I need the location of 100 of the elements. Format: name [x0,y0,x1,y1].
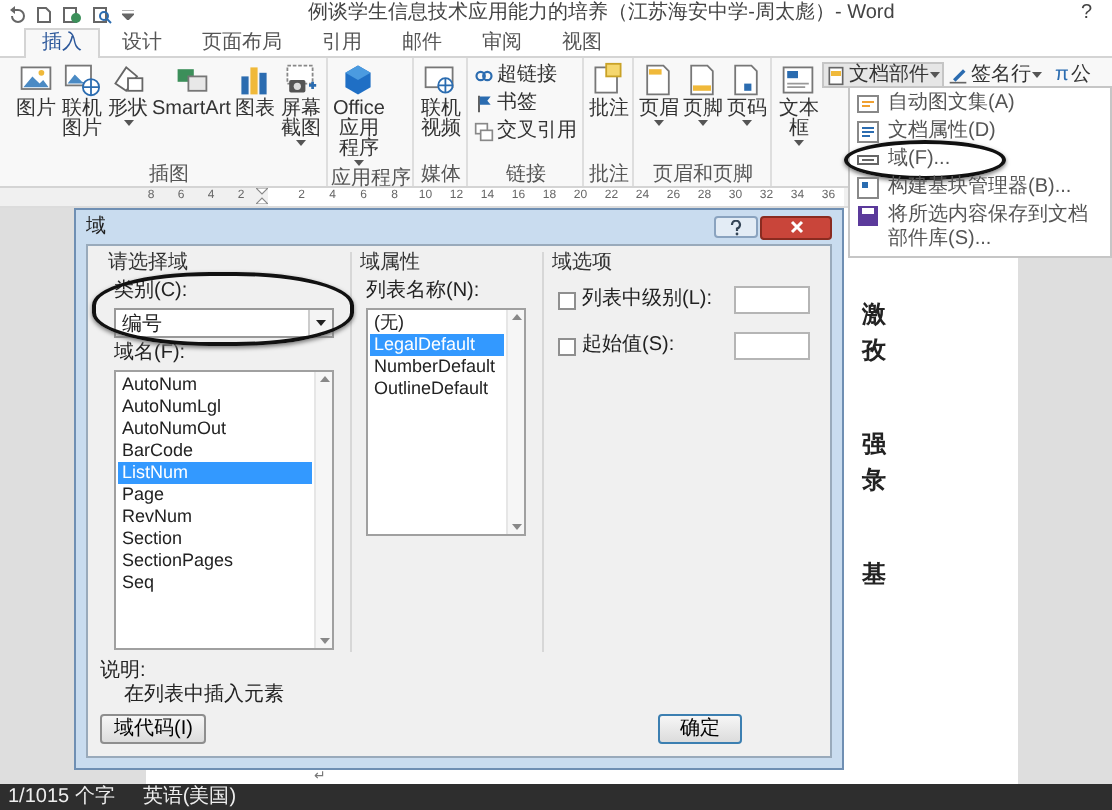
checkbox-label: 列表中级别(L): [582,288,714,312]
ribbon-button[interactable]: SmartArt [150,62,233,120]
document-text: 基 [862,560,886,588]
document-properties-icon [856,120,880,144]
list-item[interactable]: NumberDefault [370,356,504,378]
ribbon-tab[interactable]: 插入 [24,28,100,58]
group-label: 应用程序 [330,168,411,190]
list-item[interactable]: OutlineDefault [370,378,504,400]
ribbon-button[interactable]: 批注 [586,62,631,120]
ribbon-button[interactable]: 屏幕截图 [276,62,325,148]
scroll-down-icon [319,638,329,644]
document-text: 孜 [862,336,886,364]
scrollbar[interactable] [314,372,332,648]
ribbon-button[interactable]: 图片 [14,62,58,120]
document-sync-icon[interactable] [62,5,82,23]
menu-item[interactable]: 构建基块管理器(B)... [850,174,1110,202]
save-selection-icon [856,204,880,228]
list-item[interactable]: Seq [118,572,312,594]
input-field[interactable] [734,332,810,360]
ribbon-tab[interactable]: 页面布局 [184,28,300,56]
scroll-up-icon [319,376,329,382]
word-count[interactable]: 1/1015 个字 [8,784,115,810]
ribbon-button[interactable]: Office 应用程序 [330,62,387,168]
group-label: 链接 [505,164,546,186]
category-dropdown[interactable]: 编号 [114,308,334,338]
section-heading: 请选择域 [108,252,190,276]
field-label: 列表名称(N): [366,280,482,304]
section-heading: 域属性 [360,252,422,276]
new-document-icon[interactable] [36,5,52,23]
document-text: 激 [862,300,886,328]
bar-chart-icon [236,62,273,98]
list-item[interactable]: AutoNum [118,374,312,396]
ribbon-tab[interactable]: 审阅 [464,28,540,56]
cube-icon [340,62,377,98]
quick-parts-icon [826,65,847,85]
ribbon-button[interactable]: 超链接 [470,62,581,88]
list-item[interactable]: AutoNumOut [118,418,312,440]
scrollbar[interactable] [506,310,524,534]
checkbox[interactable] [558,291,576,309]
ribbon-tab[interactable]: 引用 [304,28,380,56]
section-heading: 域选项 [552,252,614,276]
flag-icon [474,93,495,113]
window-title: 例谈学生信息技术应用能力的培养（江苏海安中学-周太彪）- Word [306,2,897,26]
field-label: 域名(F): [114,342,188,366]
customize-caret-icon[interactable] [122,9,134,19]
ribbon-tab[interactable]: 邮件 [384,28,460,56]
cross-reference-icon [474,121,495,141]
help-button[interactable]: ? [1068,2,1104,26]
ribbon-button[interactable]: 联机视频 [416,62,465,140]
close-icon [789,220,803,234]
list-item[interactable]: RevNum [118,506,312,528]
ribbon-button[interactable]: 页脚 [680,62,725,128]
checkbox[interactable] [558,337,576,355]
language-indicator[interactable]: 英语(美国) [142,784,237,810]
list-box[interactable]: (无) LegalDefault NumberDefault OutlineDefault [366,308,526,536]
menu-item[interactable]: 文档属性(D) [850,118,1110,146]
ribbon-button[interactable]: 书签 [470,90,581,116]
ribbon-button[interactable]: 文本框 [774,62,823,148]
ok-button[interactable]: 确定 [658,714,742,744]
signature-line-icon [948,65,969,85]
menu-item[interactable]: 将所选内容保存到文档部件库(S)... [850,202,1110,254]
list-box[interactable]: AutoNum AutoNumLgl AutoNumOut BarCode ListNum Page RevNum Section SectionPages Seq [114,370,334,650]
ribbon-button[interactable]: 文档部件 [822,62,945,88]
ribbon-button[interactable]: 页眉 [636,62,681,128]
autotext-icon [856,92,880,116]
list-item[interactable]: SectionPages [118,550,312,572]
ribbon-button[interactable]: π公 [1050,62,1095,88]
menu-item[interactable]: 自动图文集(A) [850,90,1110,118]
document-text: 彔 [862,466,886,494]
scroll-up-icon [511,314,521,320]
checkbox-label: 起始值(S): [582,334,677,358]
ribbon-button[interactable]: 签名行 [944,62,1047,88]
input-field[interactable] [734,286,810,314]
ribbon-tab[interactable]: 设计 [104,28,180,56]
field-codes-button[interactable]: 域代码(I) [100,714,207,744]
help-button[interactable] [714,216,758,238]
group-label: 媒体 [420,164,461,186]
dropdown-value: 编号 [122,311,162,337]
ribbon-button[interactable]: 联机图片 [58,62,106,140]
ribbon-button[interactable]: 图表 [232,62,277,120]
list-item[interactable]: AutoNumLgl [118,396,312,418]
building-blocks-icon [856,176,880,200]
list-item[interactable]: (无) [370,312,504,334]
ribbon-button[interactable]: 页码 [724,62,769,128]
group-label: 插图 [149,164,190,186]
undo-icon[interactable] [8,5,26,23]
list-item[interactable]: Page [118,484,312,506]
document-text: 强 [862,430,886,458]
ribbon-button[interactable]: 交叉引用 [470,118,581,144]
close-button[interactable] [760,215,832,239]
help-icon [730,219,742,235]
scroll-down-icon [511,524,521,530]
list-item[interactable]: Section [118,528,312,550]
print-preview-icon[interactable] [92,5,112,23]
ribbon-button[interactable]: 形状 [106,62,150,128]
list-item[interactable]: BarCode [118,440,312,462]
caret-icon [316,320,326,326]
ribbon-tab[interactable]: 视图 [544,28,620,56]
description-text: 在列表中插入元素 [124,684,286,708]
dialog-title: 域 [86,215,108,239]
